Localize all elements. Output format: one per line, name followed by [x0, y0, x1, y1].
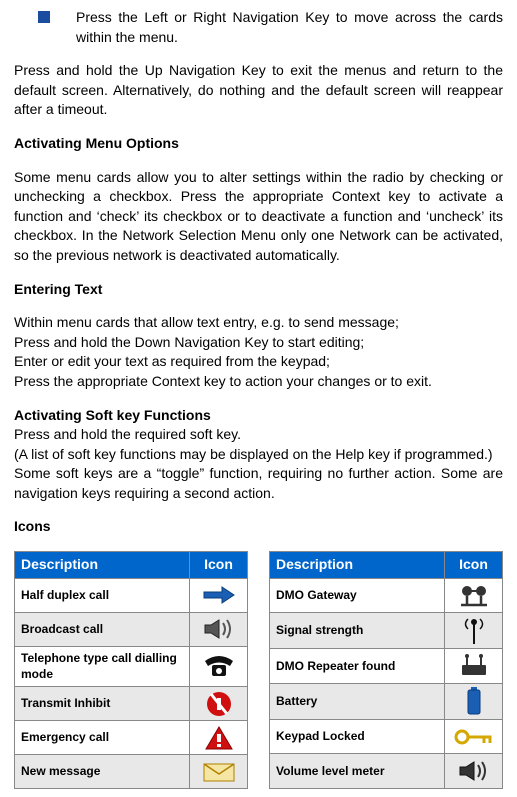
paragraph-text-1: Within menu cards that allow text entry,… — [14, 313, 503, 333]
table-row: Battery — [270, 683, 503, 719]
heading-entering-text: Entering Text — [14, 280, 503, 300]
battery-icon — [445, 683, 503, 719]
repeater-icon — [445, 649, 503, 684]
telephone-icon — [190, 646, 248, 687]
paragraph-text-3: Enter or edit your text as required from… — [14, 352, 503, 372]
icons-table-left: Description Icon Half duplex callBroadca… — [14, 551, 248, 789]
icon-description: DMO Repeater found — [270, 649, 445, 684]
icon-description: Battery — [270, 683, 445, 719]
arrow-right-icon — [190, 578, 248, 612]
bullet-icon — [38, 11, 50, 23]
table-row: Transmit Inhibit — [15, 687, 248, 721]
icon-description: DMO Gateway — [270, 578, 445, 613]
envelope-icon — [190, 755, 248, 789]
bullet-text: Press the Left or Right Navigation Key t… — [76, 8, 503, 47]
table-row: Volume level meter — [270, 754, 503, 789]
right-rows: DMO GatewaySignal strengthDMO Repeater f… — [270, 578, 503, 789]
heading-icons: Icons — [14, 517, 503, 537]
icon-description: Volume level meter — [270, 754, 445, 789]
antenna-icon — [445, 613, 503, 649]
bullet-item: Press the Left or Right Navigation Key t… — [14, 8, 503, 47]
table-row: Broadcast call — [15, 612, 248, 646]
paragraph-checkbox: Some menu cards allow you to alter setti… — [14, 168, 503, 266]
no-transmit-icon — [190, 687, 248, 721]
paragraph-exit-menus: Press and hold the Up Navigation Key to … — [14, 61, 503, 120]
icon-description: Emergency call — [15, 721, 190, 755]
speaker-icon — [190, 612, 248, 646]
heading-activating-menu: Activating Menu Options — [14, 134, 503, 154]
icons-table-right: Description Icon DMO GatewaySignal stren… — [269, 551, 503, 789]
heading-softkey: Activating Soft key Functions — [14, 406, 503, 426]
table-row: New message — [15, 755, 248, 789]
table-row: DMO Repeater found — [270, 649, 503, 684]
table-row: Keypad Locked — [270, 719, 503, 754]
paragraph-text-4: Press the appropriate Context key to act… — [14, 372, 503, 392]
col-icon: Icon — [445, 552, 503, 579]
icon-description: Broadcast call — [15, 612, 190, 646]
gateway-icon — [445, 578, 503, 613]
icon-description: Signal strength — [270, 613, 445, 649]
table-row: Emergency call — [15, 721, 248, 755]
icon-description: Transmit Inhibit — [15, 687, 190, 721]
col-description: Description — [270, 552, 445, 579]
warning-icon — [190, 721, 248, 755]
icon-description: New message — [15, 755, 190, 789]
left-rows: Half duplex callBroadcast callTelephone … — [15, 578, 248, 789]
icon-description: Keypad Locked — [270, 719, 445, 754]
paragraph-text-2: Press and hold the Down Navigation Key t… — [14, 333, 503, 353]
key-icon — [445, 719, 503, 754]
col-description: Description — [15, 552, 190, 579]
paragraph-softkey-2: (A list of soft key functions may be dis… — [14, 445, 503, 465]
volume-icon — [445, 754, 503, 789]
table-row: Telephone type call dialling mode — [15, 646, 248, 687]
table-row: Half duplex call — [15, 578, 248, 612]
col-icon: Icon — [190, 552, 248, 579]
paragraph-softkey-1: Press and hold the required soft key. — [14, 425, 503, 445]
icon-description: Half duplex call — [15, 578, 190, 612]
table-row: Signal strength — [270, 613, 503, 649]
icon-description: Telephone type call dialling mode — [15, 646, 190, 687]
paragraph-softkey-3: Some soft keys are a “toggle” function, … — [14, 464, 503, 503]
table-row: DMO Gateway — [270, 578, 503, 613]
icons-tables: Description Icon Half duplex callBroadca… — [14, 551, 503, 789]
